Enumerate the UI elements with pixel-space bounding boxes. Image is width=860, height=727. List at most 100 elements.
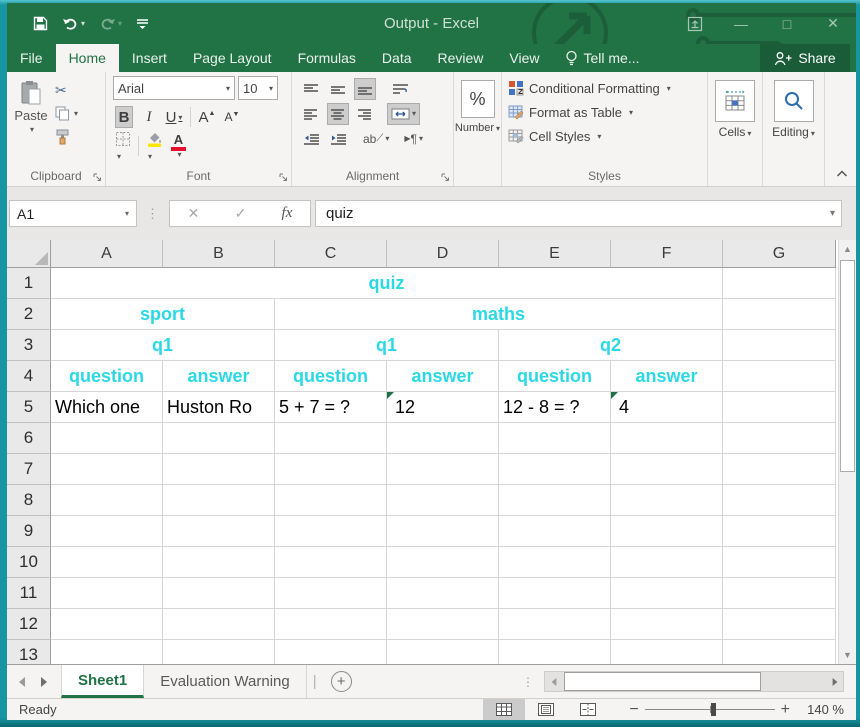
zoom-slider-thumb[interactable] xyxy=(711,703,716,716)
row-header-5[interactable]: 5 xyxy=(7,392,51,423)
row-header-4[interactable]: 4 xyxy=(7,361,51,392)
close-button[interactable]: ✕ xyxy=(810,3,856,44)
empty-cell[interactable] xyxy=(499,485,611,516)
merge-center-button[interactable] xyxy=(387,103,420,125)
cell-styles-button[interactable]: Cell Styles xyxy=(508,124,707,148)
empty-cell[interactable] xyxy=(163,423,275,454)
cell-C4-question[interactable]: question xyxy=(275,361,387,392)
font-dialog-launcher[interactable] xyxy=(279,173,288,182)
name-box-dropdown-icon[interactable]: ▾ xyxy=(125,209,129,218)
row-header-11[interactable]: 11 xyxy=(7,578,51,609)
empty-cell[interactable] xyxy=(723,578,836,609)
empty-cell[interactable] xyxy=(163,547,275,578)
cell-E3-q2[interactable]: q2 xyxy=(499,330,723,361)
scroll-right-arrow[interactable] xyxy=(826,672,843,691)
empty-cell[interactable] xyxy=(275,578,387,609)
empty-cell[interactable] xyxy=(387,547,499,578)
tab-file[interactable]: File xyxy=(7,44,56,72)
cell-C2-maths[interactable]: maths xyxy=(275,299,723,330)
page-break-preview-button[interactable] xyxy=(567,699,609,720)
tab-review[interactable]: Review xyxy=(425,44,497,72)
align-top-button[interactable] xyxy=(300,78,322,100)
cell-D5[interactable]: 12 xyxy=(387,392,499,423)
row-header-10[interactable]: 10 xyxy=(7,547,51,578)
conditional-formatting-button[interactable]: Conditional Formatting xyxy=(508,76,707,100)
empty-cell[interactable] xyxy=(499,516,611,547)
redo-dropdown-icon[interactable]: ▾ xyxy=(118,19,122,28)
empty-cell[interactable] xyxy=(723,640,836,664)
orientation-button[interactable]: ab⟋ xyxy=(360,128,392,150)
share-button[interactable]: Share xyxy=(760,44,850,72)
empty-cell[interactable] xyxy=(499,609,611,640)
cell-A3-q1[interactable]: q1 xyxy=(51,330,275,361)
zoom-in-button[interactable]: + xyxy=(775,701,796,719)
empty-cell[interactable] xyxy=(387,423,499,454)
empty-cell[interactable] xyxy=(275,485,387,516)
empty-cell[interactable] xyxy=(387,640,499,664)
row-header-2[interactable]: 2 xyxy=(7,299,51,330)
cell-A1-quiz[interactable]: quiz xyxy=(51,268,723,299)
empty-cell[interactable] xyxy=(275,609,387,640)
row-header-9[interactable]: 9 xyxy=(7,516,51,547)
undo-dropdown-icon[interactable]: ▾ xyxy=(81,19,85,28)
empty-cell[interactable] xyxy=(723,423,836,454)
empty-cell[interactable] xyxy=(275,547,387,578)
cell-F5[interactable]: 4 xyxy=(611,392,723,423)
alignment-dialog-launcher[interactable] xyxy=(441,173,450,182)
grow-font-button[interactable]: A▲ xyxy=(198,106,216,128)
tab-formulas[interactable]: Formulas xyxy=(285,44,369,72)
tab-insert[interactable]: Insert xyxy=(119,44,180,72)
empty-cell[interactable] xyxy=(387,578,499,609)
col-header-C[interactable]: C xyxy=(275,240,387,268)
ribbon-display-options-button[interactable] xyxy=(672,3,718,44)
empty-cell[interactable] xyxy=(163,640,275,664)
empty-cell[interactable] xyxy=(611,578,723,609)
font-size-select[interactable]: 10▾ xyxy=(238,76,278,100)
empty-cell[interactable] xyxy=(163,609,275,640)
sheet-tab-sheet1[interactable]: Sheet1 xyxy=(61,665,144,698)
empty-cell[interactable] xyxy=(611,454,723,485)
formula-bar-resize-handle[interactable]: ⋮ xyxy=(146,206,160,222)
empty-cell[interactable] xyxy=(387,609,499,640)
cells-button-label[interactable]: Cells xyxy=(708,125,762,139)
cell-C3-q1[interactable]: q1 xyxy=(275,330,499,361)
horizontal-scrollbar[interactable] xyxy=(544,671,844,692)
name-box[interactable]: A1 ▾ xyxy=(9,200,137,227)
vertical-scroll-thumb[interactable] xyxy=(840,260,855,472)
empty-cell[interactable] xyxy=(499,578,611,609)
align-middle-button[interactable] xyxy=(327,78,349,100)
col-header-A[interactable]: A xyxy=(51,240,163,268)
cancel-icon[interactable]: ✕ xyxy=(188,205,200,222)
empty-cell[interactable] xyxy=(387,454,499,485)
empty-cell[interactable] xyxy=(163,578,275,609)
empty-cell[interactable] xyxy=(51,454,163,485)
empty-cell[interactable] xyxy=(387,485,499,516)
row-header-3[interactable]: 3 xyxy=(7,330,51,361)
col-header-E[interactable]: E xyxy=(499,240,611,268)
empty-cell[interactable] xyxy=(723,547,836,578)
cell-E4-question[interactable]: question xyxy=(499,361,611,392)
editing-button-label[interactable]: Editing xyxy=(763,125,824,139)
empty-cell[interactable] xyxy=(51,578,163,609)
empty-cell[interactable] xyxy=(499,454,611,485)
cell-G2[interactable] xyxy=(723,299,836,330)
align-center-button[interactable] xyxy=(327,103,349,125)
cell-B4-answer[interactable]: answer xyxy=(163,361,275,392)
new-sheet-button[interactable]: + xyxy=(331,665,352,698)
scroll-down-arrow[interactable]: ▼ xyxy=(839,646,856,664)
customize-qat-button[interactable] xyxy=(136,18,149,29)
cell-C5[interactable]: 5 + 7 = ? xyxy=(275,392,387,423)
percent-style-button[interactable]: % xyxy=(461,80,495,118)
horizontal-scroll-thumb[interactable] xyxy=(564,672,761,691)
page-layout-view-button[interactable] xyxy=(525,699,567,720)
tab-view[interactable]: View xyxy=(496,44,552,72)
row-header-12[interactable]: 12 xyxy=(7,609,51,640)
cut-button[interactable]: ✂ xyxy=(55,82,78,99)
expand-formula-bar-icon[interactable]: ▾ xyxy=(830,208,835,219)
italic-button[interactable]: I xyxy=(140,106,158,128)
maximize-button[interactable]: □ xyxy=(764,3,810,44)
empty-cell[interactable] xyxy=(611,516,723,547)
cell-F4-answer[interactable]: answer xyxy=(611,361,723,392)
cell-A5[interactable]: Which one xyxy=(51,392,163,423)
empty-cell[interactable] xyxy=(611,609,723,640)
